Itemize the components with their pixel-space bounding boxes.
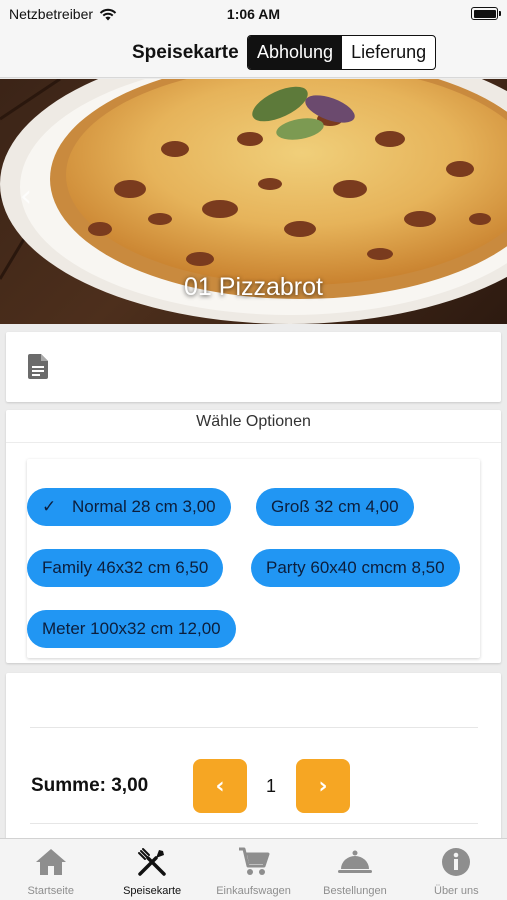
- info-icon: [442, 848, 471, 876]
- size-options-group: ✓ Normal 28 cm 3,00 Groß 32 cm 4,00 Fami…: [27, 459, 480, 658]
- segment-abholung[interactable]: Abholung: [248, 36, 343, 69]
- option-chip-family[interactable]: Family 46x32 cm 6,50: [27, 549, 224, 587]
- hero-back-chevron-icon[interactable]: ‹: [20, 179, 32, 214]
- divider: [30, 727, 478, 728]
- product-hero-image: ‹ 01 Pizzabrot: [0, 79, 507, 324]
- home-icon: [35, 849, 66, 875]
- option-chip-label: Family 46x32 cm 6,50: [42, 558, 209, 577]
- segment-lieferung[interactable]: Lieferung: [342, 36, 435, 69]
- wifi-icon: [99, 8, 117, 20]
- option-chip-label: Normal 28 cm 3,00: [72, 497, 216, 516]
- tab-label: Speisekarte: [123, 885, 182, 897]
- description-card: [6, 332, 501, 402]
- tab-label: Einkaufswagen: [216, 885, 291, 897]
- option-chip-gross[interactable]: Groß 32 cm 4,00: [256, 488, 414, 526]
- options-header: Wähle Optionen: [6, 410, 501, 443]
- tab-startseite[interactable]: Startseite: [0, 839, 101, 900]
- option-chip-normal[interactable]: ✓ Normal 28 cm 3,00: [27, 488, 231, 526]
- check-icon: ✓: [42, 497, 57, 517]
- option-chip-label: Meter 100x32 cm 12,00: [42, 619, 221, 638]
- sum-label: Summe: 3,00: [31, 775, 149, 796]
- tab-label: Bestellungen: [323, 885, 387, 897]
- nav-bar: Speisekarte Abholung Lieferung: [0, 28, 507, 78]
- carrier-name: Netzbetreiber: [9, 6, 94, 22]
- tab-speisekarte[interactable]: Speisekarte: [101, 839, 202, 900]
- option-chip-meter[interactable]: Meter 100x32 cm 12,00: [27, 610, 236, 648]
- option-chip-label: Party 60x40 cmcm 8,50: [266, 558, 445, 577]
- tab-bar: Startseite Speisekarte Einkaufswagen Bes…: [0, 838, 507, 900]
- quantity-increment-button[interactable]: ›: [296, 759, 350, 813]
- chevron-right-icon: ›: [318, 773, 328, 799]
- option-chip-party[interactable]: Party 60x40 cmcm 8,50: [251, 549, 460, 587]
- cloche-icon: [337, 850, 372, 873]
- product-title: 01 Pizzabrot: [184, 273, 323, 301]
- document-icon: [28, 354, 48, 379]
- fork-knife-icon: [138, 848, 166, 876]
- page-title: Speisekarte: [132, 42, 239, 63]
- status-carrier: Netzbetreiber: [9, 6, 117, 22]
- quantity-value: 1: [265, 776, 276, 796]
- divider: [30, 823, 478, 824]
- chevron-left-icon: ‹: [215, 773, 225, 799]
- tab-ueber-uns[interactable]: Über uns: [406, 839, 507, 900]
- status-bar: Netzbetreiber 1:06 AM: [0, 0, 507, 28]
- order-type-segmented-control: Abholung Lieferung: [247, 35, 437, 70]
- option-chip-label: Groß 32 cm 4,00: [271, 497, 399, 516]
- cart-icon: [238, 847, 270, 875]
- options-card: Wähle Optionen ✓ Normal 28 cm 3,00 Groß …: [6, 410, 501, 663]
- tab-bestellungen[interactable]: Bestellungen: [304, 839, 405, 900]
- tab-label: Über uns: [434, 885, 479, 897]
- tab-einkaufswagen[interactable]: Einkaufswagen: [203, 839, 304, 900]
- tab-label: Startseite: [27, 885, 74, 897]
- battery-icon: [471, 7, 501, 20]
- summary-card: Summe: 3,00 ‹ 1 ›: [6, 673, 501, 843]
- quantity-decrement-button[interactable]: ‹: [193, 759, 247, 813]
